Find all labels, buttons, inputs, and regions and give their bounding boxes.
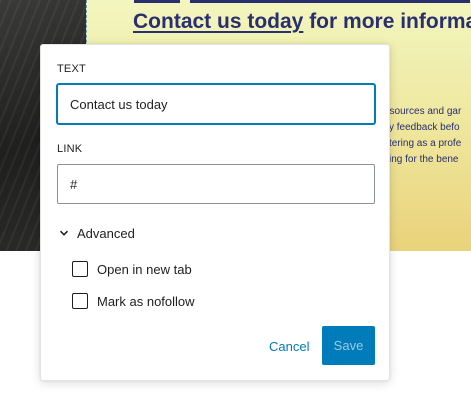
chevron-down-icon xyxy=(57,226,71,240)
text-input[interactable] xyxy=(57,84,375,124)
open-in-new-tab-checkbox[interactable] xyxy=(72,261,88,277)
link-edit-popover: Text Link Advanced Open in new tab Mark … xyxy=(40,44,390,381)
decorative-bar xyxy=(134,0,180,3)
nofollow-checkbox[interactable] xyxy=(72,293,88,309)
body-line: ity feedback befo xyxy=(384,122,460,133)
hero-body-text: esources and gar ity feedback befo steri… xyxy=(384,104,461,168)
text-field-label: Text xyxy=(57,63,86,75)
cancel-button[interactable]: Cancel xyxy=(259,326,319,366)
save-button[interactable]: Save xyxy=(322,326,375,365)
nofollow-option[interactable]: Mark as nofollow xyxy=(72,291,195,311)
open-in-new-tab-option[interactable]: Open in new tab xyxy=(72,259,192,279)
heading-text: for more informat xyxy=(303,10,471,33)
body-line: stering as a profe xyxy=(384,138,462,149)
hero-decorative-bars xyxy=(134,0,470,3)
advanced-toggle[interactable]: Advanced xyxy=(57,223,135,243)
decorative-bar xyxy=(190,0,470,3)
body-line: esources and gar xyxy=(384,106,462,117)
link-field-label: Link xyxy=(57,143,83,155)
open-in-new-tab-label: Open in new tab xyxy=(97,261,192,277)
advanced-label: Advanced xyxy=(77,225,135,241)
nofollow-label: Mark as nofollow xyxy=(97,293,195,309)
hero-heading: Contact us today for more informat xyxy=(133,8,471,36)
link-url-input[interactable] xyxy=(57,164,375,204)
heading-link[interactable]: Contact us today xyxy=(133,10,303,33)
body-line: sing for the bene xyxy=(384,154,459,165)
